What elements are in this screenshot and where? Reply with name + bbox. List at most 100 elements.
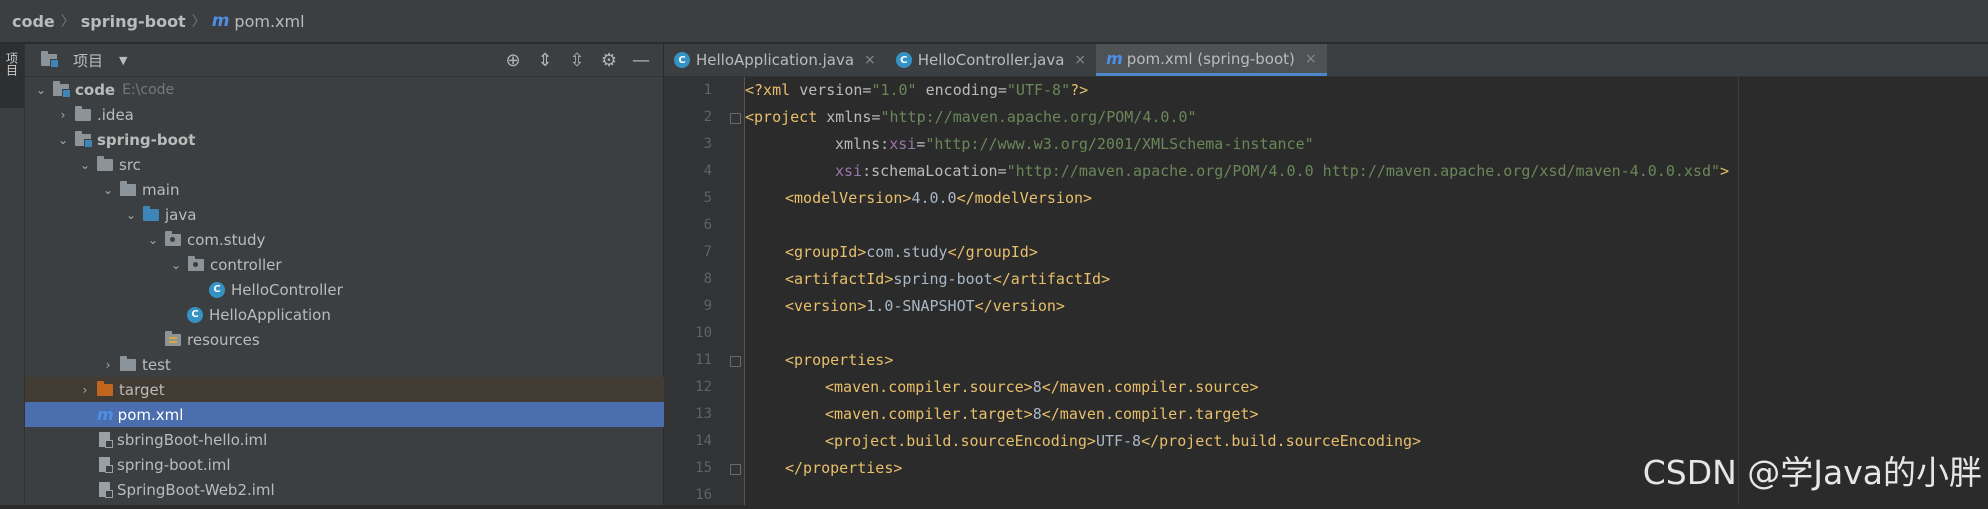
- code-line-2: <project xmlns="http://maven.apache.org/…: [745, 108, 1197, 126]
- project-tool-tab-label: 项目: [4, 52, 19, 76]
- tree-item-label: spring-boot.iml: [117, 455, 231, 474]
- chevron-down-icon[interactable]: ⌄: [77, 158, 93, 172]
- chevron-down-icon[interactable]: ⌄: [168, 258, 184, 272]
- line-number: 6: [703, 217, 712, 233]
- tree-item-test[interactable]: › test: [25, 352, 738, 377]
- chevron-down-icon[interactable]: ⌄: [123, 208, 139, 222]
- tree-item-label: test: [142, 355, 171, 374]
- code-line-14: <project.build.sourceEncoding>UTF-8</pro…: [825, 432, 1422, 450]
- package-icon: [165, 230, 181, 246]
- tree-item-java[interactable]: ⌄ java: [25, 202, 761, 227]
- chevron-down-icon[interactable]: ⌄: [33, 83, 49, 97]
- chevron-right-icon: 〉: [191, 14, 206, 30]
- line-number: 3: [703, 136, 712, 152]
- expand-all-icon[interactable]: ⇕: [529, 50, 561, 71]
- tree-item-sbringboot-hello-iml[interactable]: sbringBoot-hello.iml: [25, 427, 717, 452]
- tree-item-label: spring-boot: [97, 130, 196, 149]
- tree-item-label: HelloApplication: [209, 305, 331, 324]
- chevron-right-icon[interactable]: ›: [55, 108, 71, 122]
- breadcrumb: code 〉 spring-boot 〉 m pom.xml: [0, 0, 1988, 43]
- chevron-down-icon[interactable]: ⌄: [100, 183, 116, 197]
- line-number: 5: [703, 190, 712, 206]
- chevron-right-icon[interactable]: ›: [77, 383, 93, 397]
- tree-item-target[interactable]: › target: [25, 377, 715, 402]
- tree-item-pom-xml[interactable]: m pom.xml: [25, 402, 715, 427]
- maven-file-icon: m: [211, 11, 230, 31]
- code-line-15: </properties>: [785, 459, 903, 477]
- folder-icon: [97, 155, 113, 171]
- close-icon[interactable]: ×: [1074, 52, 1086, 68]
- project-view-icon: [41, 51, 59, 68]
- code-line-8: <artifactId>spring-boot</artifactId>: [785, 270, 1111, 288]
- line-number: 1: [703, 82, 712, 98]
- tree-item-label: src: [119, 155, 141, 174]
- resources-folder-icon: [165, 330, 181, 346]
- fold-marker-icon[interactable]: [730, 464, 741, 475]
- folder-icon: [120, 355, 136, 371]
- project-panel-title[interactable]: 项目: [73, 50, 103, 71]
- tab-hello-application[interactable]: C HelloApplication.java ×: [664, 44, 886, 76]
- java-class-icon: C: [895, 52, 912, 68]
- tree-item-label: pom.xml: [117, 405, 184, 424]
- code-line-1: <?xml version="1.0" encoding="UTF-8"?>: [745, 81, 1089, 99]
- module-file-icon: [99, 432, 113, 448]
- chevron-right-icon[interactable]: ›: [100, 358, 116, 372]
- tab-pom-xml[interactable]: m pom.xml (spring-boot) ×: [1096, 44, 1327, 76]
- line-number: 8: [703, 271, 712, 287]
- gear-icon[interactable]: ⚙: [593, 50, 625, 71]
- line-number: 13: [695, 406, 712, 422]
- line-number: 12: [695, 379, 712, 395]
- folder-icon: [75, 105, 91, 121]
- code-line-3: xmlns:xsi="http://www.w3.org/2001/XMLSch…: [835, 135, 1314, 153]
- breadcrumb-pom-xml[interactable]: pom.xml: [234, 12, 304, 31]
- locate-icon[interactable]: ⊕: [497, 50, 529, 71]
- breadcrumb-spring-boot[interactable]: spring-boot: [81, 12, 186, 31]
- spring-boot-class-icon: C: [187, 306, 203, 323]
- tree-item-main[interactable]: ⌄ main: [25, 177, 738, 202]
- chevron-right-icon: 〉: [60, 14, 75, 30]
- fold-marker-icon[interactable]: [730, 356, 741, 367]
- tree-item-src[interactable]: ⌄ src: [25, 152, 715, 177]
- tree-item-path: E:\code: [122, 81, 175, 98]
- tree-item-label: SpringBoot-Web2.iml: [117, 480, 275, 499]
- project-panel-header: 项目 ▼ ⊕ ⇕ ⇳ ⚙ —: [25, 44, 663, 77]
- breadcrumb-code[interactable]: code: [12, 12, 55, 31]
- code-line-9: <version>1.0-SNAPSHOT</version>: [785, 297, 1065, 315]
- chevron-down-icon[interactable]: ⌄: [145, 233, 161, 247]
- tree-item-idea[interactable]: › .idea: [25, 102, 693, 127]
- tab-label: HelloController.java: [917, 51, 1065, 69]
- code-line-12: <maven.compiler.source>8</maven.compiler…: [825, 378, 1259, 396]
- project-panel: 项目 ▼ ⊕ ⇕ ⇳ ⚙ — ⌄ code E:\code › .idea ⌄ …: [25, 44, 715, 505]
- package-icon: [188, 255, 204, 271]
- line-number: 2: [703, 109, 712, 125]
- line-number: 10: [695, 325, 712, 341]
- line-number: 4: [703, 163, 712, 179]
- maven-file-icon: m: [1106, 49, 1123, 68]
- project-tool-tab[interactable]: 项目: [0, 44, 24, 108]
- tree-item-label: code: [75, 80, 116, 99]
- code-line-13: <maven.compiler.target>8</maven.compiler…: [825, 405, 1259, 423]
- tree-item-springboot-web2-iml[interactable]: SpringBoot-Web2.iml: [25, 477, 717, 502]
- close-icon[interactable]: ×: [864, 52, 876, 68]
- chevron-down-icon[interactable]: ▼: [119, 54, 127, 67]
- chevron-down-icon[interactable]: ⌄: [55, 133, 71, 147]
- module-file-icon: [99, 457, 113, 473]
- tree-item-label: main: [142, 180, 180, 199]
- line-number: 7: [703, 244, 712, 260]
- tree-item-code[interactable]: ⌄ code E:\code: [25, 77, 671, 102]
- tree-item-spring-boot[interactable]: ⌄ spring-boot: [25, 127, 693, 152]
- tab-hello-controller[interactable]: C HelloController.java ×: [886, 44, 1096, 76]
- minimize-icon[interactable]: —: [625, 50, 657, 71]
- close-icon[interactable]: ×: [1305, 51, 1317, 67]
- maven-file-icon: m: [97, 405, 114, 424]
- tree-item-label: resources: [187, 330, 260, 349]
- tree-item-label: com.study: [187, 230, 266, 249]
- line-number: 11: [695, 352, 712, 368]
- code-line-5: <modelVersion>4.0.0</modelVersion>: [785, 189, 1093, 207]
- fold-marker-icon[interactable]: [730, 113, 741, 124]
- editor-gutter[interactable]: 1 2 3 4 5 6 7 8 9 10 11 12 13 14 15 16: [664, 77, 745, 505]
- code-editor[interactable]: 1 2 3 4 5 6 7 8 9 10 11 12 13 14 15 16 <…: [664, 77, 1988, 505]
- collapse-all-icon[interactable]: ⇳: [561, 50, 593, 71]
- tree-item-spring-boot-iml[interactable]: spring-boot.iml: [25, 452, 717, 477]
- tab-label: HelloApplication.java: [696, 51, 855, 69]
